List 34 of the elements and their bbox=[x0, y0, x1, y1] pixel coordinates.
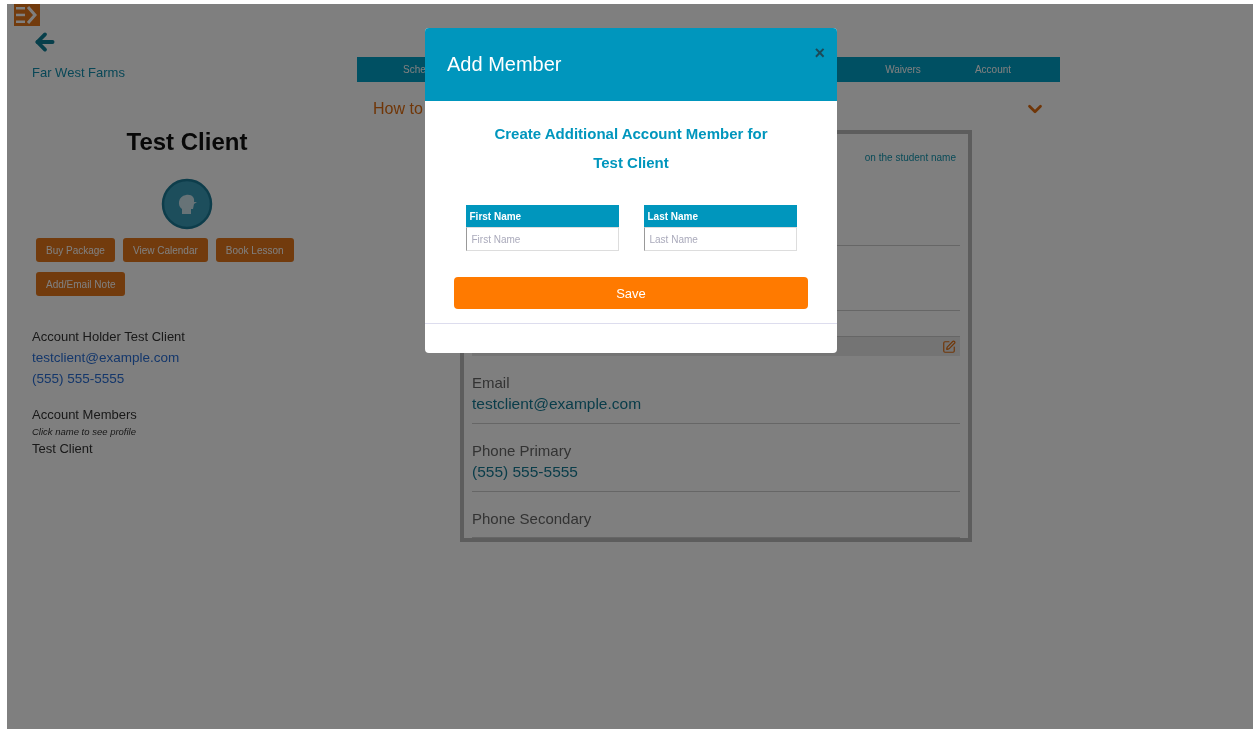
name-input[interactable]: First Name bbox=[465, 227, 619, 251]
avatar-icon bbox=[161, 178, 213, 230]
account-holder: Account Holder Test Client bbox=[32, 328, 185, 346]
client-name: Test Client bbox=[125, 128, 249, 156]
field-value[interactable]: testclient@example.com bbox=[472, 395, 642, 413]
close-button[interactable]: × bbox=[814, 44, 825, 62]
save-button[interactable]: Save bbox=[454, 277, 808, 309]
action-button[interactable]: Book Lesson bbox=[215, 238, 294, 262]
action-button[interactable]: Buy Package bbox=[36, 238, 115, 262]
logo-icon[interactable] bbox=[14, 4, 40, 26]
dialog-heading: Create Additional Account Member for bbox=[494, 125, 768, 142]
action-button[interactable]: Add/Email Note bbox=[36, 272, 126, 296]
members-title: Account Members bbox=[32, 406, 137, 424]
edit-icon[interactable] bbox=[942, 339, 956, 354]
member-name[interactable]: Test Client bbox=[32, 439, 93, 459]
name-input[interactable]: Last Name bbox=[643, 227, 797, 251]
nav-item[interactable]: Sche bbox=[357, 64, 426, 75]
nav-item[interactable]: Waivers bbox=[858, 64, 948, 75]
field-label: Phone Primary bbox=[472, 442, 572, 459]
action-button[interactable]: View Calendar bbox=[122, 238, 208, 262]
profile-note: on the student name bbox=[864, 152, 956, 163]
field-label: First Name bbox=[465, 205, 619, 227]
field-label: Last Name bbox=[643, 205, 797, 227]
field-label: Phone Secondary bbox=[472, 510, 592, 527]
members-hint: Click name to see profile bbox=[32, 425, 137, 439]
dialog-title: Add Member bbox=[447, 53, 562, 76]
dialog-client-name: Test Client bbox=[593, 154, 669, 171]
brand-link[interactable]: Far West Farms bbox=[32, 65, 125, 80]
field-label: Email bbox=[472, 374, 510, 391]
phone-link[interactable]: (555) 555-5555 bbox=[32, 368, 125, 389]
nav-item[interactable]: Account bbox=[948, 64, 1038, 75]
email-link[interactable]: testclient@example.com bbox=[32, 347, 180, 368]
help-title[interactable]: How to bbox=[373, 100, 423, 118]
field-value[interactable]: (555) 555-5555 bbox=[472, 463, 578, 481]
